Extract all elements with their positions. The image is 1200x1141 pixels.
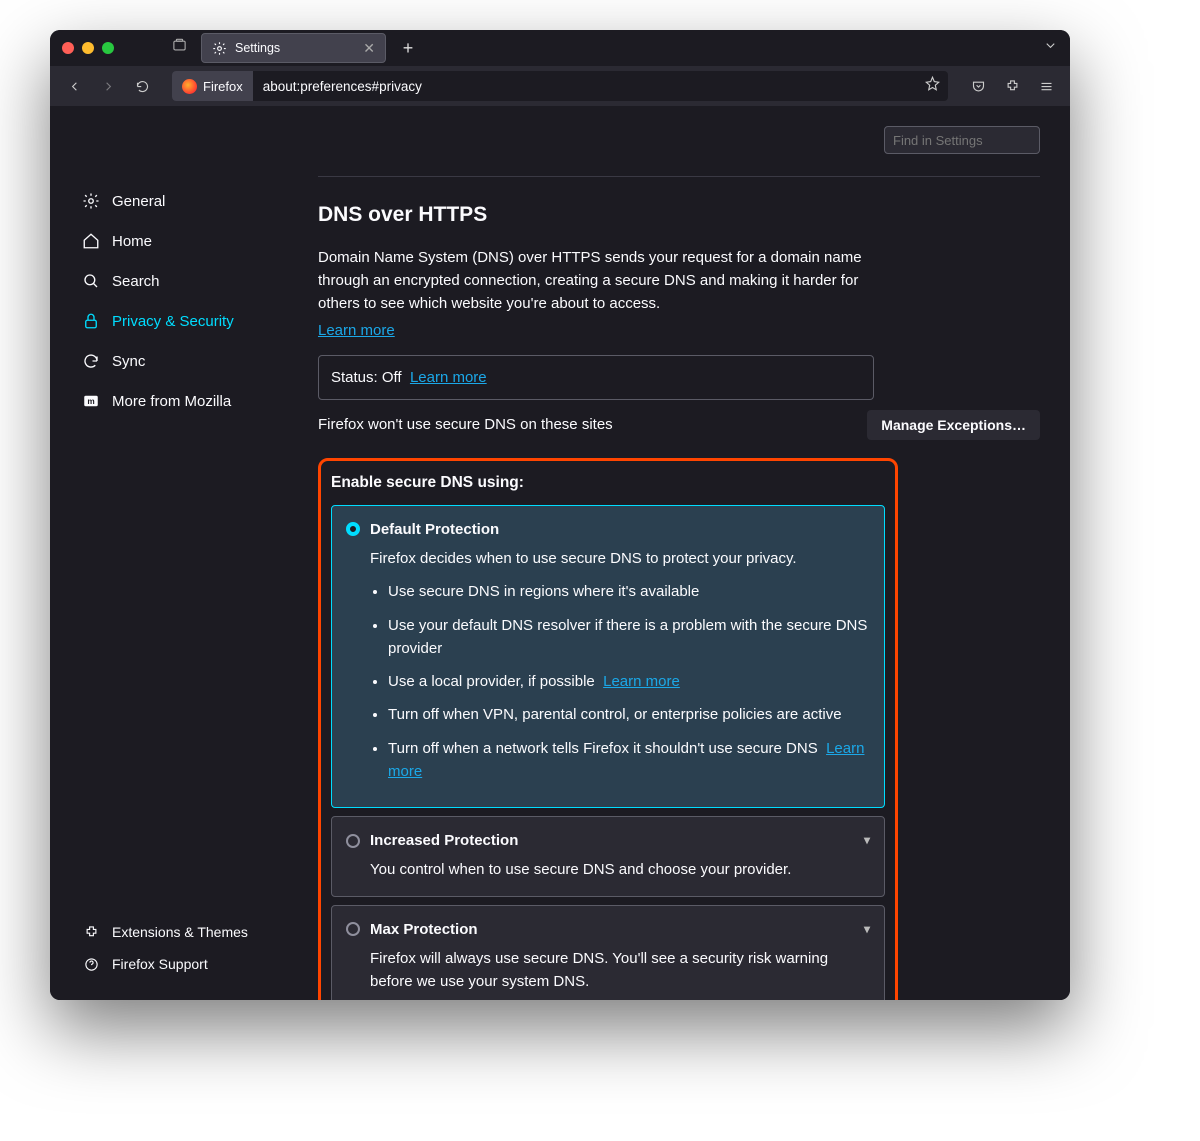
dns-option-max[interactable]: Max Protection ▾ Firefox will always use… [331, 905, 885, 1000]
sidebar-item-label: Privacy & Security [112, 313, 234, 330]
option-bullet: Use secure DNS in regions where it's ava… [388, 580, 870, 603]
sidebar-item-search[interactable]: Search [82, 261, 310, 301]
reload-button[interactable] [128, 72, 156, 100]
option-bullet: Turn off when a network tells Firefox it… [388, 737, 870, 784]
option-bullets: Use secure DNS in regions where it's ava… [388, 580, 870, 783]
dns-option-increased[interactable]: Increased Protection ▾ You control when … [331, 816, 885, 897]
sidebar-item-label: More from Mozilla [112, 393, 231, 410]
close-window-button[interactable] [62, 42, 74, 54]
sidebar-item-label: Firefox Support [112, 956, 208, 972]
sidebar-item-sync[interactable]: Sync [82, 341, 310, 381]
section-title: DNS over HTTPS [318, 199, 1040, 232]
extensions-button[interactable] [998, 72, 1026, 100]
home-icon [82, 232, 100, 250]
nav-toolbar: Firefox about:preferences#privacy [50, 66, 1070, 106]
chevron-down-icon: ▾ [864, 831, 870, 850]
learn-more-link[interactable]: Learn more [318, 322, 395, 339]
status-learn-more-link[interactable]: Learn more [410, 369, 487, 386]
option-desc: You control when to use secure DNS and c… [370, 858, 870, 881]
identity-label: Firefox [203, 79, 243, 94]
bookmark-star-button[interactable] [917, 76, 948, 96]
settings-search-input[interactable] [884, 126, 1040, 154]
exceptions-label: Firefox won't use secure DNS on these si… [318, 413, 613, 436]
url-bar[interactable]: Firefox about:preferences#privacy [172, 71, 948, 101]
section-description: Domain Name System (DNS) over HTTPS send… [318, 246, 878, 316]
sidebar-extensions-link[interactable]: Extensions & Themes [82, 916, 310, 948]
back-button[interactable] [60, 72, 88, 100]
radio-icon [346, 834, 360, 848]
option-title: Max Protection [370, 918, 478, 941]
sidebar-item-privacy[interactable]: Privacy & Security [82, 301, 310, 341]
minimize-window-button[interactable] [82, 42, 94, 54]
svg-text:m: m [87, 397, 94, 406]
browser-tab[interactable]: Settings ✕ [201, 33, 386, 63]
option-desc: Firefox decides when to use secure DNS t… [370, 547, 870, 570]
enable-dns-title: Enable secure DNS using: [331, 471, 885, 495]
gear-icon [82, 192, 100, 210]
radio-selected-icon [346, 522, 360, 536]
option-desc: Firefox will always use secure DNS. You'… [370, 947, 870, 994]
dns-status-box: Status: Off Learn more [318, 355, 874, 400]
browser-window: Settings ✕ + Firefox about:preferences#p… [50, 30, 1070, 1000]
help-icon [82, 955, 100, 973]
sidebar-item-label: Home [112, 233, 152, 250]
lock-icon [82, 312, 100, 330]
enable-dns-panel: Enable secure DNS using: Default Protect… [318, 458, 898, 1000]
sidebar-item-label: Search [112, 273, 160, 290]
forward-button[interactable] [94, 72, 122, 100]
titlebar: Settings ✕ + [50, 30, 1070, 66]
option-bullet: Use your default DNS resolver if there i… [388, 614, 870, 661]
sidebar-item-label: Sync [112, 353, 145, 370]
manage-exceptions-button[interactable]: Manage Exceptions… [867, 410, 1040, 440]
zoom-window-button[interactable] [102, 42, 114, 54]
option-bullet: Turn off when VPN, parental control, or … [388, 703, 870, 726]
settings-sidebar: General Home Search Privacy & Security S… [50, 106, 310, 1000]
learn-more-link[interactable]: Learn more [603, 673, 680, 690]
option-bullet: Use a local provider, if possible Learn … [388, 670, 870, 693]
option-title: Increased Protection [370, 829, 518, 852]
app-menu-button[interactable] [1032, 72, 1060, 100]
search-icon [82, 272, 100, 290]
sidebar-item-mozilla[interactable]: m More from Mozilla [82, 381, 310, 421]
close-tab-button[interactable]: ✕ [363, 40, 375, 57]
divider [318, 176, 1040, 177]
dns-option-default[interactable]: Default Protection Firefox decides when … [331, 505, 885, 808]
sidebar-support-link[interactable]: Firefox Support [82, 948, 310, 980]
chevron-down-icon: ▾ [864, 920, 870, 939]
radio-icon [346, 922, 360, 936]
gear-icon [212, 41, 227, 56]
status-label: Status: Off [331, 369, 402, 386]
sync-icon [82, 352, 100, 370]
url-text: about:preferences#privacy [253, 79, 432, 94]
sidebar-item-home[interactable]: Home [82, 221, 310, 261]
puzzle-icon [82, 923, 100, 941]
identity-box[interactable]: Firefox [172, 71, 253, 101]
option-title: Default Protection [370, 518, 499, 541]
tab-title: Settings [235, 41, 280, 55]
settings-main: DNS over HTTPS Domain Name System (DNS) … [310, 106, 1070, 1000]
list-all-tabs-button[interactable] [1043, 38, 1058, 58]
sidebar-item-general[interactable]: General [82, 181, 310, 221]
window-controls [62, 42, 114, 54]
firefox-icon [182, 79, 197, 94]
pocket-button[interactable] [964, 72, 992, 100]
mozilla-icon: m [82, 392, 100, 410]
sidebar-item-label: General [112, 193, 165, 210]
tab-overview-icon[interactable] [172, 38, 187, 58]
new-tab-button[interactable]: + [394, 38, 422, 59]
sidebar-item-label: Extensions & Themes [112, 924, 248, 940]
